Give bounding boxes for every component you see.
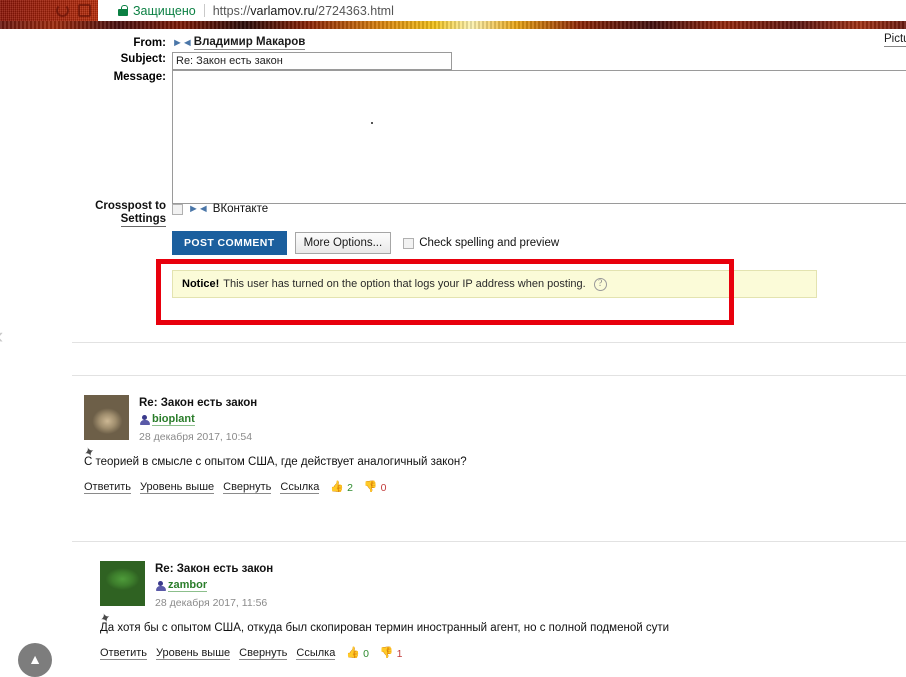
permalink-link[interactable]: Ссылка: [296, 647, 336, 660]
secure-label: Защищено: [133, 3, 196, 18]
pictures-link[interactable]: Pictu: [884, 33, 906, 47]
comment-meta: Re: Закон есть закон bioplant 28 декабря…: [139, 395, 257, 444]
chevron-left-icon[interactable]: ‹: [0, 325, 10, 347]
collapse-link[interactable]: Свернуть: [239, 647, 288, 660]
comment-header: Re: Закон есть закон zambor 28 декабря 2…: [100, 561, 669, 610]
crosspost-vk-option[interactable]: ►◄ ВКонтакте: [172, 203, 268, 215]
reply-link[interactable]: Ответить: [100, 647, 148, 660]
comment-header: Re: Закон есть закон bioplant 28 декабря…: [84, 395, 467, 444]
more-options-button[interactable]: More Options...: [294, 232, 392, 254]
thumbs-down-icon[interactable]: 👎: [364, 482, 378, 493]
comment-actions: Ответить Уровень выше Свернуть Ссылка 👍 …: [100, 647, 669, 660]
scroll-to-top-icon[interactable]: ▲: [18, 643, 52, 677]
divider: [72, 541, 906, 542]
spellcheck-label: Check spelling and preview: [419, 237, 560, 249]
spellcheck-option[interactable]: Check spelling and preview: [403, 237, 559, 249]
thumbs-up-count: 2: [347, 481, 353, 494]
user-icon: [139, 414, 150, 425]
crosspost-row: Crosspost to Settings ►◄ ВКонтакте: [94, 200, 268, 227]
user-icon: [155, 580, 166, 591]
reload-icon[interactable]: [56, 4, 69, 17]
thumbs-down-icon[interactable]: 👎: [380, 648, 394, 659]
from-row: From: ►◄ Владимир Макаров: [94, 36, 306, 50]
subject-row: Subject:: [94, 52, 452, 70]
collapse-link[interactable]: Свернуть: [223, 481, 272, 494]
comment-body: С теорией в смысле с опытом США, где дей…: [84, 456, 467, 468]
spellcheck-checkbox[interactable]: [403, 237, 415, 249]
from-label: From:: [133, 37, 166, 49]
crosspost-label: Crosspost to: [95, 200, 166, 212]
page-content: From: ►◄ Владимир Макаров Subject: Messa…: [0, 29, 906, 677]
subject-input[interactable]: [172, 52, 452, 70]
message-row: Message:: [94, 70, 906, 204]
comment-subject: Re: Закон есть закон: [139, 397, 258, 409]
divider: [72, 375, 906, 376]
comment-author[interactable]: bioplant: [139, 413, 257, 426]
url-host: varlamov.ru: [250, 3, 315, 18]
comment-username[interactable]: bioplant: [152, 413, 195, 426]
avatar[interactable]: [100, 561, 145, 606]
from-username[interactable]: Владимир Макаров: [193, 36, 306, 50]
comment-meta: Re: Закон есть закон zambor 28 декабря 2…: [155, 561, 273, 610]
address-bar[interactable]: Защищено https://varlamov.ru/2724363.htm…: [98, 0, 906, 21]
comment-thread-item: Re: Закон есть закон bioplant 28 декабря…: [82, 395, 467, 494]
message-textarea[interactable]: [172, 70, 906, 204]
omnibox-divider: [203, 4, 205, 17]
avatar[interactable]: [84, 395, 129, 440]
home-icon[interactable]: [78, 4, 91, 17]
vk-icon: ►◄: [172, 37, 193, 49]
comment-thread-item: Re: Закон есть закон zambor 28 декабря 2…: [98, 561, 670, 660]
browser-toolbar: Защищено https://varlamov.ru/2724363.htm…: [0, 0, 906, 21]
divider: [72, 342, 906, 343]
permalink-link[interactable]: Ссылка: [280, 481, 320, 494]
textarea-artifact-dot: [371, 122, 373, 124]
thumbs-up-icon[interactable]: 👍: [346, 648, 360, 659]
crosspost-vk-checkbox[interactable]: [172, 203, 183, 215]
reply-link[interactable]: Ответить: [84, 481, 132, 494]
comment-body: Да хотя бы с опытом США, откуда был скоп…: [100, 622, 670, 634]
comment-timestamp: 28 декабря 2017, 11:56: [155, 597, 268, 609]
comment-author[interactable]: zambor: [155, 579, 273, 592]
crosspost-vk-label: ВКонтакте: [212, 203, 269, 215]
comment-actions: Ответить Уровень выше Свернуть Ссылка 👍 …: [84, 481, 467, 494]
post-comment-button[interactable]: POST COMMENT: [172, 231, 287, 255]
lock-icon: [118, 5, 128, 16]
thumbs-up-icon[interactable]: 👍: [330, 482, 344, 493]
vk-icon: ►◄: [188, 203, 209, 215]
parent-link[interactable]: Уровень выше: [156, 647, 231, 660]
red-highlight-annotation: [156, 259, 734, 325]
comment-timestamp: 28 декабря 2017, 10:54: [139, 431, 253, 443]
parent-link[interactable]: Уровень выше: [140, 481, 215, 494]
site-banner-strip: [0, 21, 906, 29]
comment-username[interactable]: zambor: [168, 579, 208, 592]
vote-down[interactable]: 👎 0: [364, 482, 387, 494]
subject-label: Subject:: [120, 53, 166, 65]
form-button-row: POST COMMENT More Options... Check spell…: [172, 231, 559, 255]
settings-link[interactable]: Settings: [120, 213, 166, 227]
comment-subject: Re: Закон есть закон: [155, 563, 274, 575]
thumbs-down-count: 0: [380, 481, 387, 494]
vote-up[interactable]: 👍 2: [330, 482, 353, 494]
url-text: https://varlamov.ru/2724363.html: [213, 4, 394, 18]
crosspost-labels: Crosspost to Settings: [94, 200, 172, 227]
url-path: /2724363.html: [314, 3, 394, 18]
message-label: Message:: [113, 71, 166, 83]
url-scheme: https://: [212, 3, 251, 18]
